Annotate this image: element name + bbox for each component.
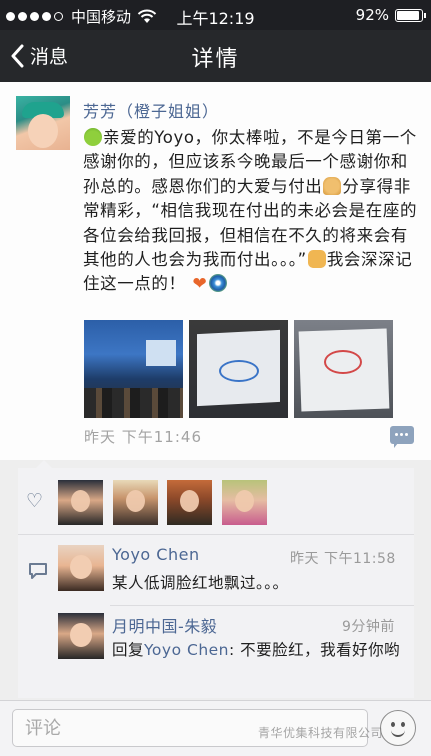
feedback-panel: ♡ Yoyo Chen 昨天 下午11:58 某人低调脸红地飘过。。。 月明中国… (18, 460, 414, 698)
battery-icon (395, 8, 426, 22)
photo-audience (84, 388, 183, 418)
reply-prefix: 回复 (112, 641, 145, 659)
photo-diagram (324, 350, 362, 374)
photo-slide[interactable] (189, 320, 288, 418)
moment-post: 芳芳（橙子姐姐） 亲爱的Yoyo，你太棒啦，不是今日第一个感谢你的，但应该系今晚… (0, 82, 431, 460)
like-avatar[interactable] (58, 480, 103, 525)
like-avatar[interactable] (222, 480, 267, 525)
reply-target-name[interactable]: Yoyo Chen (144, 641, 229, 659)
comment-text[interactable]: 某人低调脸红地飘过。。。 (112, 571, 402, 595)
pray-emoji-icon (323, 176, 342, 195)
battery-percent: 92% (355, 6, 389, 24)
commenter-name[interactable]: 月明中国-朱毅 (112, 613, 217, 637)
author-name[interactable]: 芳芳（橙子姐姐） (83, 98, 219, 122)
thumbs-up-emoji-icon (307, 250, 326, 269)
photo-whiteboard[interactable] (294, 320, 393, 418)
comment-time: 昨天 下午11:58 (290, 551, 396, 567)
divider (110, 605, 414, 606)
battery-fill (397, 10, 420, 20)
photo-diagram (219, 360, 259, 382)
commenter-name[interactable]: Yoyo Chen (112, 545, 200, 564)
smiley-face-icon[interactable] (380, 710, 416, 746)
page-title: 详情 (191, 47, 240, 72)
comment-time: 9分钟前 (342, 619, 395, 635)
status-bar: 中国移动 上午12:19 92% (0, 0, 431, 30)
commenter-avatar[interactable] (58, 545, 104, 591)
heart-emoji-icon: ❤ (192, 274, 208, 295)
nav-bar: 消息 详情 (0, 30, 431, 82)
like-avatar[interactable] (167, 480, 212, 525)
frog-emoji-icon (84, 128, 102, 146)
photo-screen (146, 340, 176, 366)
commenter-avatar[interactable] (58, 613, 104, 659)
swirl-emoji-icon (209, 274, 228, 293)
like-avatar[interactable] (113, 480, 158, 525)
author-avatar[interactable] (16, 96, 70, 150)
likes-row: ♡ (18, 468, 414, 530)
status-right: 92% (355, 6, 426, 24)
avatar-face (28, 114, 58, 148)
watermark-text: 青华优集科技有限公司 (258, 726, 384, 740)
photo-meeting[interactable] (84, 320, 183, 418)
comment-bubble-icon (29, 563, 47, 579)
comment-menu-icon[interactable] (390, 426, 414, 448)
comment-text[interactable]: 回复Yoyo Chen: 不要脸红，我看好你哟 (112, 638, 408, 662)
reply-text: : 不要脸红，我看好你哟 (229, 641, 401, 659)
post-text: 亲爱的Yoyo，你太棒啦，不是今日第一个感谢你的，但应该系今晚最后一个感谢你和孙… (83, 126, 419, 297)
divider (18, 534, 414, 535)
post-timestamp: 昨天 下午11:46 (84, 428, 202, 446)
heart-outline-icon: ♡ (26, 490, 44, 512)
photo-grid (84, 320, 393, 418)
